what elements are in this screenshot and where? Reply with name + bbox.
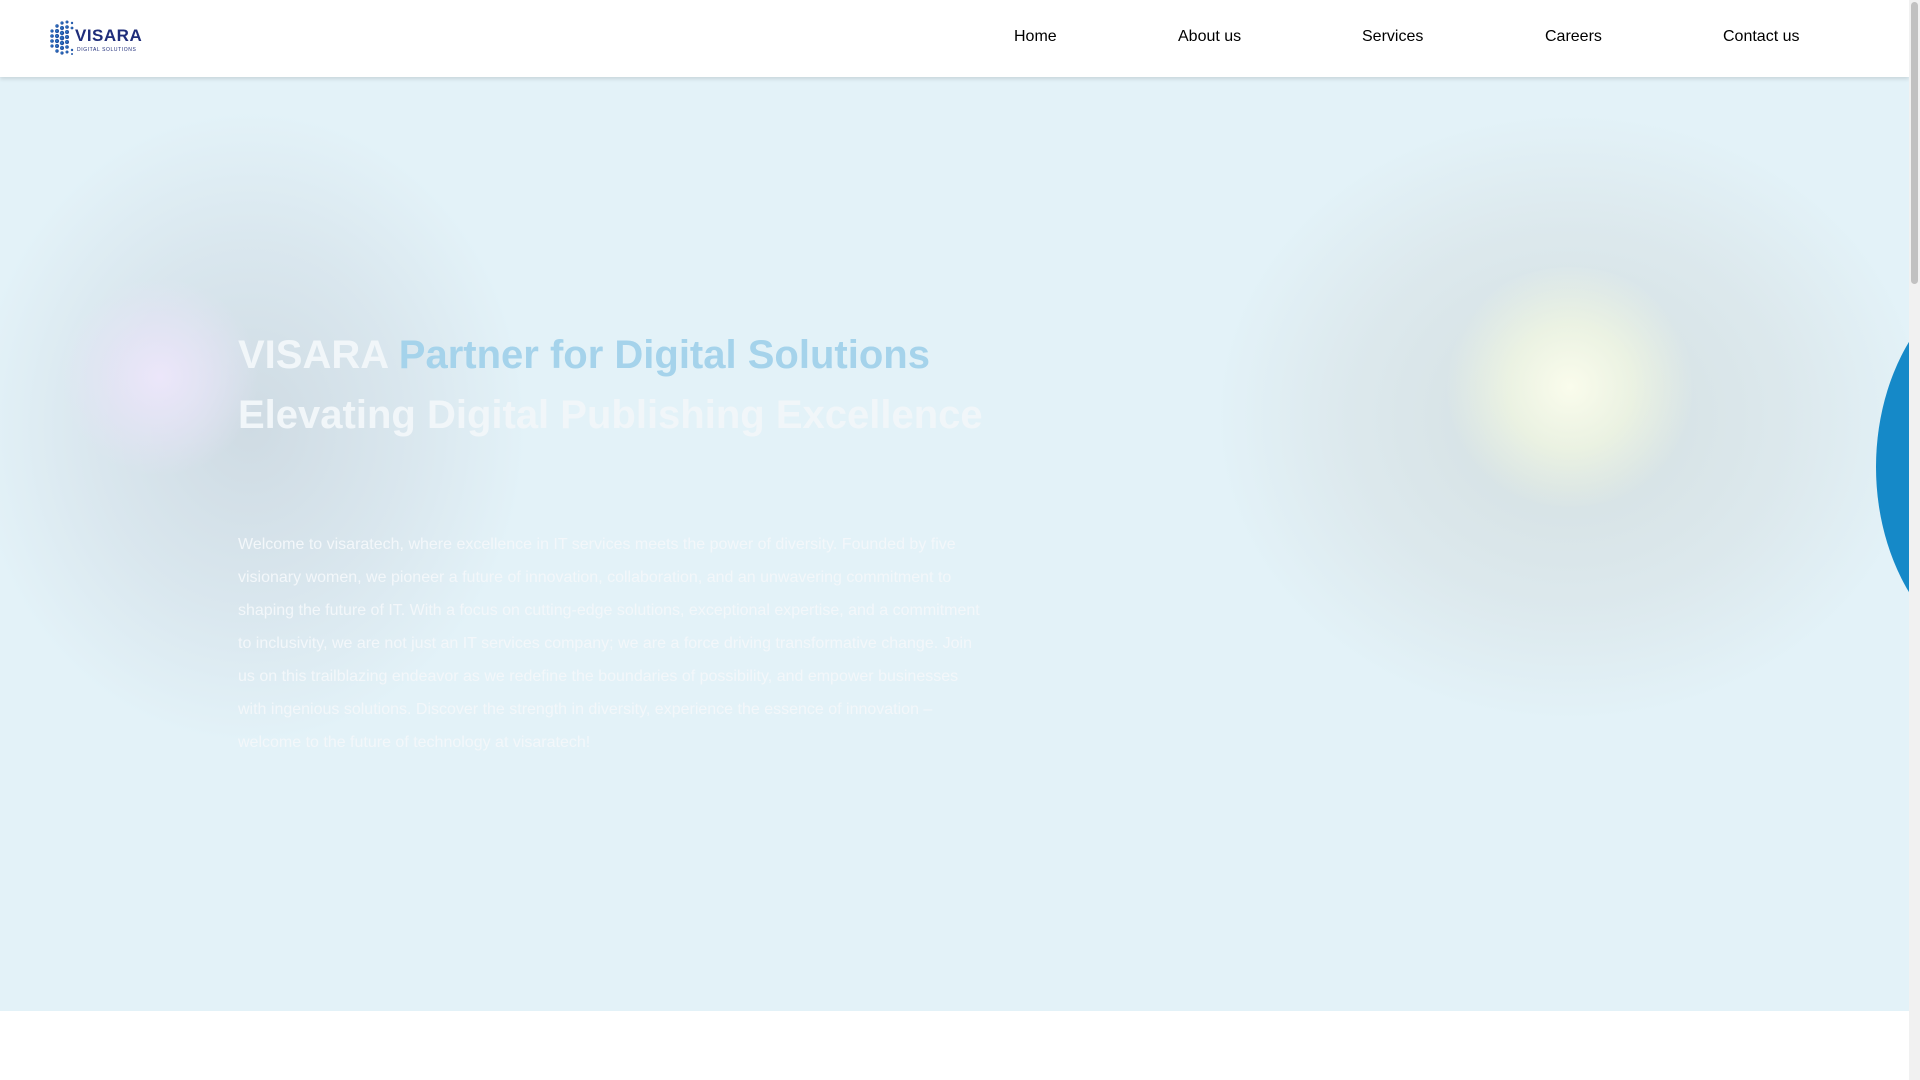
hero-heading: VISARA Partner for Digital Solutions Ele… xyxy=(238,325,1018,445)
hero-brand: VISARA xyxy=(238,333,388,377)
hero-section: VISARA Partner for Digital Solutions Ele… xyxy=(0,77,1909,1011)
decorative-blob xyxy=(1220,117,1909,717)
scrollbar-thumb[interactable] xyxy=(1911,2,1918,284)
decorative-blue-arc xyxy=(1876,267,1909,667)
site-header: VISARA DIGITAL SOLUTIONS Home About us S… xyxy=(0,0,1909,77)
decorative-glow xyxy=(60,277,260,477)
nav-home[interactable]: Home xyxy=(1014,28,1057,46)
page-scrollbar[interactable] xyxy=(1909,0,1920,1080)
nav-about-us[interactable]: About us xyxy=(1178,28,1241,46)
hero-description: Welcome to visaratech, where excellence … xyxy=(238,536,980,751)
hero-subheading: Elevating Digital Publishing Excellence xyxy=(238,393,983,437)
decorative-glow xyxy=(1440,267,1700,507)
hero-tagline: Partner for Digital Solutions xyxy=(398,333,930,377)
nav-services[interactable]: Services xyxy=(1362,28,1423,46)
nav-careers[interactable]: Careers xyxy=(1545,28,1602,46)
nav-contact-us[interactable]: Contact us xyxy=(1723,28,1799,46)
main-nav: Home About us Services Careers Contact u… xyxy=(0,0,1909,77)
